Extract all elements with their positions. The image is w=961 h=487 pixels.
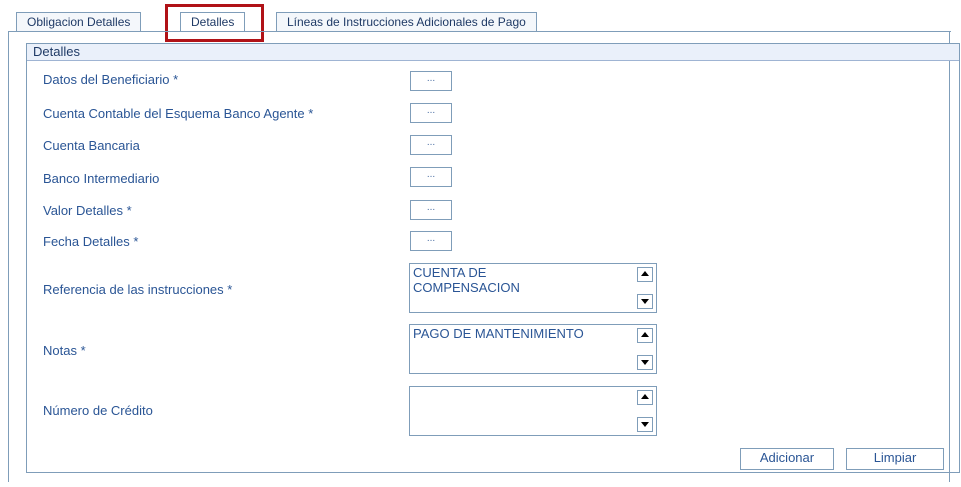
fecha-detalles-browse-button[interactable]: ... <box>410 231 452 251</box>
cuenta-bancaria-browse-button[interactable]: ... <box>410 135 452 155</box>
scroll-down-arrow-icon[interactable] <box>637 417 653 432</box>
numero-credito-textarea[interactable] <box>409 386 657 436</box>
tab-lineas-instrucciones[interactable]: Líneas de Instrucciones Adicionales de P… <box>276 12 537 31</box>
notas-textarea[interactable]: PAGO DE MANTENIMIENTO <box>409 324 657 374</box>
banco-intermediario-browse-button[interactable]: ... <box>410 167 452 187</box>
limpiar-button[interactable]: Limpiar <box>846 448 944 470</box>
tab-strip: Obligacion Detalles Detalles Líneas de I… <box>8 10 948 32</box>
notas-text: PAGO DE MANTENIMIENTO <box>413 326 584 341</box>
label-valor-detalles: Valor Detalles * <box>43 203 132 218</box>
scroll-up-arrow-icon[interactable] <box>637 390 653 405</box>
label-banco-intermediario: Banco Intermediario <box>43 171 160 186</box>
scroll-down-arrow-icon[interactable] <box>637 355 653 370</box>
referencia-text: CUENTA DE COMPENSACION <box>413 265 520 295</box>
scroll-down-arrow-icon[interactable] <box>637 294 653 309</box>
referencia-textarea[interactable]: CUENTA DE COMPENSACION <box>409 263 657 313</box>
label-fecha-detalles: Fecha Detalles * <box>43 234 139 249</box>
scroll-up-arrow-icon[interactable] <box>637 328 653 343</box>
label-datos-beneficiario: Datos del Beneficiario * <box>43 72 179 87</box>
label-numero-credito: Número de Crédito <box>43 403 153 418</box>
valor-detalles-browse-button[interactable]: ... <box>410 200 452 220</box>
datos-beneficiario-browse-button[interactable]: ... <box>410 71 452 91</box>
cuenta-contable-browse-button[interactable]: ... <box>410 103 452 123</box>
label-notas: Notas * <box>43 343 86 358</box>
adicionar-button[interactable]: Adicionar <box>740 448 834 470</box>
tab-obligacion-detalles[interactable]: Obligacion Detalles <box>16 12 142 31</box>
panel-title: Detalles <box>27 44 959 61</box>
label-cuenta-contable: Cuenta Contable del Esquema Banco Agente… <box>43 106 314 121</box>
scroll-up-arrow-icon[interactable] <box>637 267 653 282</box>
label-referencia: Referencia de las instrucciones * <box>43 282 233 297</box>
label-cuenta-bancaria: Cuenta Bancaria <box>43 138 140 153</box>
